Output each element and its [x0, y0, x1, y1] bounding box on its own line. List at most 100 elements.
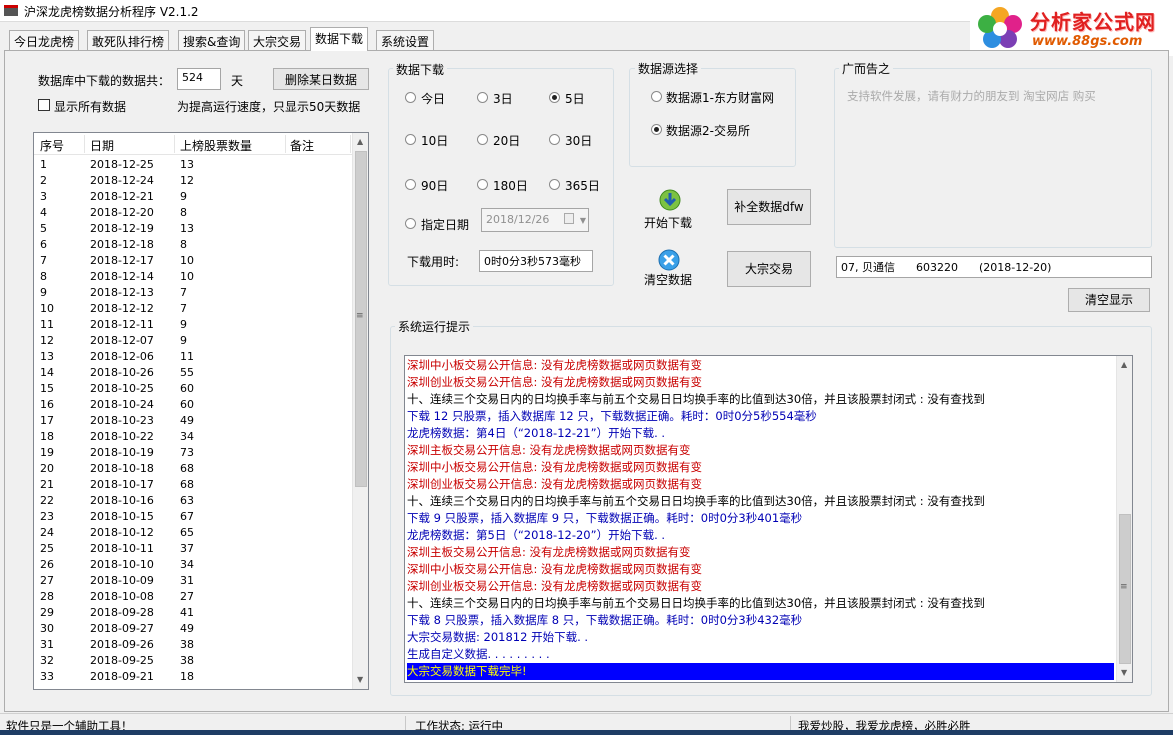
table-row[interactable]: 22 2018-10-16 63 [34, 493, 352, 509]
table-row[interactable]: 33 2018-09-21 18 [34, 669, 352, 685]
cell-stock-count: 34 [180, 430, 194, 443]
cell-index: 11 [40, 318, 54, 331]
table-row[interactable]: 10 2018-12-12 7 [34, 301, 352, 317]
table-row[interactable]: 29 2018-09-28 41 [34, 605, 352, 621]
scroll-up-arrow-icon[interactable]: ▲ [357, 137, 363, 146]
table-row[interactable]: 19 2018-10-19 73 [34, 445, 352, 461]
log-scrollbar[interactable]: ▲ ≡ ▼ [1116, 356, 1132, 682]
table-row[interactable]: 18 2018-10-22 34 [34, 429, 352, 445]
log-line: 下载 8 只股票，插入数据库 8 只，下载数据正确。耗时：0时0分3秒432毫秒 [407, 613, 803, 627]
table-row[interactable]: 24 2018-10-12 65 [34, 525, 352, 541]
cell-stock-count: 63 [180, 494, 194, 507]
log-line: 下载 12 只股票，插入数据库 12 只，下载数据正确。耗时：0时0分5秒554… [407, 409, 817, 423]
table-row[interactable]: 26 2018-10-10 34 [34, 557, 352, 573]
table-row[interactable]: 28 2018-10-08 27 [34, 589, 352, 605]
cell-stock-count: 38 [180, 654, 194, 667]
radio-5-days[interactable] [549, 92, 560, 103]
db-count-field[interactable]: 524 [177, 68, 221, 90]
date-picker-value: 2018/12/26 [486, 213, 550, 226]
radio-30-days[interactable] [549, 134, 560, 145]
radio-20-days[interactable] [477, 134, 488, 145]
radio-10-days[interactable] [405, 134, 416, 145]
source-group-legend: 数据源选择 [635, 60, 702, 77]
tab-system-settings[interactable]: 系统设置 [376, 30, 435, 50]
table-row[interactable]: 9 2018-12-13 7 [34, 285, 352, 301]
stock-info-field[interactable]: 07, 贝通信 603220 (2018-12-20) [836, 256, 1152, 278]
cell-date: 2018-10-19 [90, 446, 154, 459]
radio-365-days-label: 365日 [565, 179, 600, 193]
show-all-checkbox[interactable] [38, 99, 50, 111]
cell-stock-count: 9 [180, 190, 187, 203]
table-row[interactable]: 31 2018-09-26 38 [34, 637, 352, 653]
col-header-stock-count[interactable]: 上榜股票数量 [180, 137, 252, 154]
clear-display-button[interactable]: 清空显示 [1068, 288, 1150, 312]
table-row[interactable]: 14 2018-10-26 55 [34, 365, 352, 381]
dropdown-arrow-icon: ▼ [579, 216, 586, 225]
table-row[interactable]: 23 2018-10-15 67 [34, 509, 352, 525]
table-row[interactable]: 25 2018-10-11 37 [34, 541, 352, 557]
radio-source-exchange[interactable] [651, 124, 662, 135]
table-row[interactable]: 3 2018-12-21 9 [34, 189, 352, 205]
radio-180-days[interactable] [477, 179, 488, 190]
col-header-remark[interactable]: 备注 [290, 137, 314, 154]
tab-block-trade[interactable]: 大宗交易 [248, 30, 307, 50]
table-row[interactable]: 8 2018-12-14 10 [34, 269, 352, 285]
cell-date: 2018-12-19 [90, 222, 154, 235]
tab-data-download[interactable]: 数据下载 [310, 27, 369, 51]
downloaded-dates-list[interactable]: 序号 日期 上榜股票数量 备注 1 2018-12-25 13 2 2018-12-24… [33, 132, 369, 690]
cell-date: 2018-10-17 [90, 478, 154, 491]
table-row[interactable]: 17 2018-10-23 49 [34, 413, 352, 429]
list-scrollbar[interactable]: ▲ ≡ ▼ [352, 133, 368, 689]
clear-data-button[interactable]: 清空数据 [640, 248, 700, 288]
table-row[interactable]: 2 2018-12-24 12 [34, 173, 352, 189]
table-row[interactable]: 11 2018-12-11 9 [34, 317, 352, 333]
cell-stock-count: 10 [180, 270, 194, 283]
table-row[interactable]: 6 2018-12-18 8 [34, 237, 352, 253]
table-row[interactable]: 30 2018-09-27 49 [34, 621, 352, 637]
elapsed-time-field[interactable]: 0时0分3秒573毫秒 [479, 250, 593, 272]
table-row[interactable]: 5 2018-12-19 13 [34, 221, 352, 237]
start-download-button[interactable]: 开始下载 [640, 188, 700, 232]
table-row[interactable]: 12 2018-12-07 9 [34, 333, 352, 349]
table-row[interactable]: 32 2018-09-25 38 [34, 653, 352, 669]
radio-3-days[interactable] [477, 92, 488, 103]
log-scroll-up-icon[interactable]: ▲ [1121, 360, 1127, 369]
log-line: 深圳创业板交易公开信息: 没有龙虎榜数据或网页数据有变 [407, 477, 703, 491]
cell-stock-count: 11 [180, 350, 194, 363]
table-row[interactable]: 27 2018-10-09 31 [34, 573, 352, 589]
system-log[interactable]: 深圳中小板交易公开信息: 没有龙虎榜数据或网页数据有变 深圳创业板交易公开信息: … [404, 355, 1133, 683]
cell-index: 21 [40, 478, 54, 491]
cell-date: 2018-12-17 [90, 254, 154, 267]
table-row[interactable]: 1 2018-12-25 13 [34, 157, 352, 173]
log-line: 下载 9 只股票，插入数据库 9 只，下载数据正确。耗时：0时0分3秒401毫秒 [407, 511, 803, 525]
fill-data-button[interactable]: 补全数据dfw [727, 189, 811, 225]
table-row[interactable]: 16 2018-10-24 60 [34, 397, 352, 413]
col-header-index[interactable]: 序号 [40, 137, 64, 154]
radio-365-days[interactable] [549, 179, 560, 190]
radio-source-eastmoney[interactable] [651, 91, 662, 102]
radio-specify-date[interactable] [405, 218, 416, 229]
scroll-down-arrow-icon[interactable]: ▼ [357, 675, 363, 684]
tab-today-ranking[interactable]: 今日龙虎榜 [9, 30, 80, 50]
delete-day-data-button[interactable]: 删除某日数据 [273, 68, 369, 90]
cell-stock-count: 60 [180, 398, 194, 411]
date-picker[interactable]: 2018/12/26 ▼ [481, 208, 589, 232]
tab-search-query[interactable]: 搜索&查询 [178, 30, 246, 50]
table-row[interactable]: 13 2018-12-06 11 [34, 349, 352, 365]
clear-x-icon [658, 249, 680, 271]
radio-today[interactable] [405, 92, 416, 103]
table-row[interactable]: 4 2018-12-20 8 [34, 205, 352, 221]
radio-90-days[interactable] [405, 179, 416, 190]
table-row[interactable]: 20 2018-10-18 68 [34, 461, 352, 477]
speed-note: 为提高运行速度，只显示50天数据 [177, 100, 361, 114]
cell-index: 2 [40, 174, 47, 187]
tab-dare-team-ranking[interactable]: 敢死队排行榜 [87, 30, 170, 50]
table-row[interactable]: 15 2018-10-25 60 [34, 381, 352, 397]
log-scroll-down-icon[interactable]: ▼ [1121, 668, 1127, 677]
block-trade-button[interactable]: 大宗交易 [727, 251, 811, 287]
table-row[interactable]: 7 2018-12-17 10 [34, 253, 352, 269]
col-header-date[interactable]: 日期 [90, 137, 114, 154]
table-row[interactable]: 21 2018-10-17 68 [34, 477, 352, 493]
ad-text: 支持软件发展，请有财力的朋友到 淘宝网店 购买 [847, 89, 1096, 103]
cell-index: 20 [40, 462, 54, 475]
